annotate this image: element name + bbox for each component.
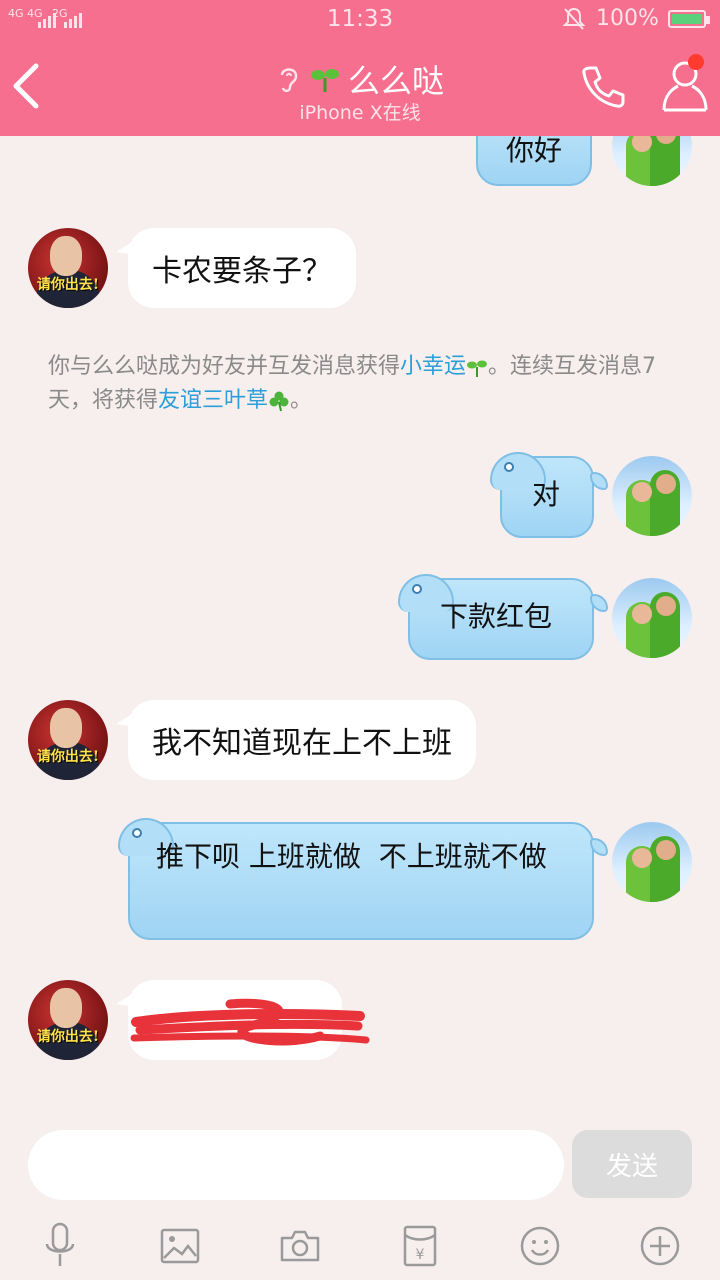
emoji-icon (520, 1226, 560, 1266)
message-list[interactable]: 你好 请你出去! 卡农要条子？ 你与么么哒成为好友并互发消息获得小幸运 。连续互发… (0, 136, 720, 1106)
emoji-button[interactable] (510, 1216, 570, 1276)
clover-link[interactable]: 友谊三叶草 (158, 388, 268, 413)
profile-button[interactable] (660, 54, 710, 114)
incoming-message[interactable]: 卡农要条子？ (116, 228, 356, 308)
message-input[interactable] (28, 1130, 564, 1200)
composer-toolbar: ¥ (0, 1216, 720, 1280)
avatar-caption: 请你出去! (36, 277, 100, 293)
friendship-system-note: 你与么么哒成为好友并互发消息获得小幸运 。连续互发消息7天，将获得友谊三叶草。 (48, 350, 678, 418)
status-bar: 4G 4G 2G 11:33 100% (0, 0, 720, 38)
plus-icon (640, 1226, 680, 1266)
ear-icon (280, 68, 298, 93)
red-packet-button[interactable]: ¥ (390, 1216, 450, 1276)
outgoing-message[interactable]: 对 (490, 452, 608, 538)
composer: 发送 ¥ (0, 1106, 720, 1280)
message-text: 卡农要条子？ (152, 254, 332, 289)
phone-icon[interactable] (578, 62, 628, 112)
my-avatar[interactable] (612, 456, 692, 536)
incoming-message[interactable]: 我不知道现在上不上班 (116, 700, 476, 780)
chat-header: 4G 4G 2G 11:33 100% 么么哒 iPhone X在线 (0, 0, 720, 136)
my-avatar[interactable] (612, 822, 692, 902)
message-text: 推下呗 上班就做 不上班就不做 (156, 840, 547, 873)
note-suffix: 。 (290, 388, 313, 413)
microphone-icon (45, 1222, 75, 1266)
image-button[interactable] (150, 1216, 210, 1276)
red-scribble-redaction (130, 998, 370, 1046)
notification-dot (688, 54, 704, 70)
page-title: 么么哒 (347, 62, 444, 100)
my-avatar[interactable] (612, 136, 692, 186)
friend-avatar[interactable]: 请你出去! (28, 700, 108, 780)
avatar-caption: 请你出去! (36, 1029, 100, 1045)
send-button[interactable]: 发送 (572, 1130, 692, 1198)
camera-button[interactable] (270, 1216, 330, 1276)
message-text: 下款红包 (440, 600, 553, 633)
battery-percent: 100% (596, 6, 659, 31)
battery-icon (668, 10, 710, 28)
more-button[interactable] (630, 1216, 690, 1276)
message-text: 对 (532, 478, 561, 511)
voice-button[interactable] (30, 1216, 90, 1276)
note-prefix: 你与么么哒成为好友并互发消息获得 (48, 354, 401, 379)
avatar-caption: 请你出去! (36, 749, 100, 765)
image-icon (160, 1228, 200, 1264)
message-text: 你好 (506, 136, 563, 167)
sprout-icon (467, 360, 488, 377)
clover-icon (269, 391, 289, 412)
red-packet-icon: ¥ (403, 1225, 437, 1267)
my-avatar[interactable] (612, 578, 692, 658)
sprout-icon (310, 69, 339, 92)
outgoing-message[interactable]: 推下呗 上班就做 不上班就不做 (118, 818, 608, 940)
mute-bell-icon (562, 7, 586, 30)
svg-text:¥: ¥ (416, 1247, 425, 1263)
lucky-link[interactable]: 小幸运 (400, 354, 466, 379)
camera-icon (280, 1230, 320, 1262)
friend-avatar[interactable]: 请你出去! (28, 980, 108, 1060)
message-text: 我不知道现在上不上班 (152, 726, 452, 761)
outgoing-message[interactable]: 你好 (476, 136, 592, 186)
friend-avatar[interactable]: 请你出去! (28, 228, 108, 308)
outgoing-message[interactable]: 下款红包 (398, 574, 608, 660)
